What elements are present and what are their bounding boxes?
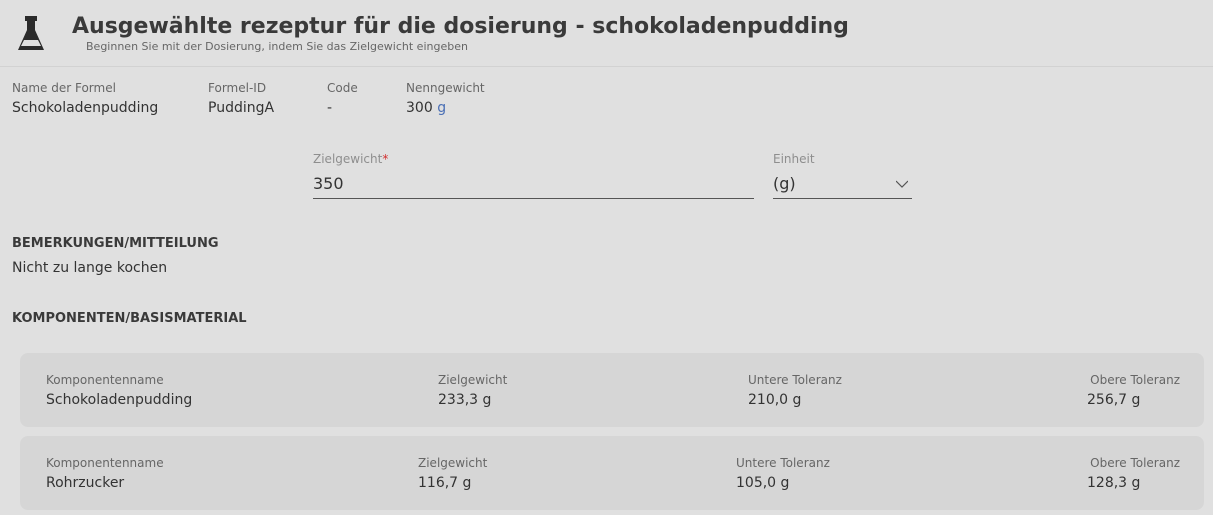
component-name-label: Komponentenname <box>46 373 164 387</box>
component-upper-label: Obere Toleranz <box>1090 373 1180 387</box>
target-weight-value: 350 <box>313 174 344 193</box>
nominal-weight-label: Nenngewicht <box>406 81 485 95</box>
unit-select[interactable]: (g) <box>773 170 912 199</box>
component-target-label: Zielgewicht <box>418 456 488 470</box>
page-subtitle: Beginnen Sie mit der Dosierung, indem Si… <box>86 40 468 53</box>
formula-id-label: Formel-ID <box>208 81 267 95</box>
required-mark: * <box>382 152 389 166</box>
code-label: Code <box>327 81 358 95</box>
formula-name-label: Name der Formel <box>12 81 116 95</box>
component-target: 116,7 g <box>418 475 472 491</box>
component-name: Rohrzucker <box>46 475 125 491</box>
component-name-label: Komponentenname <box>46 456 164 470</box>
remarks-heading: BEMERKUNGEN/MITTEILUNG <box>12 236 219 251</box>
component-upper: 256,7 g <box>1087 392 1141 408</box>
target-weight-label: Zielgewicht* <box>313 152 389 166</box>
component-upper: 128,3 g <box>1087 475 1141 491</box>
flask-icon <box>18 16 44 50</box>
component-lower-label: Untere Toleranz <box>736 456 830 470</box>
formula-id-value: PuddingA <box>208 100 275 116</box>
component-upper-label: Obere Toleranz <box>1090 456 1180 470</box>
component-card: Komponentenname Schokoladenpudding Zielg… <box>20 353 1204 427</box>
component-name: Schokoladenpudding <box>46 392 193 408</box>
unit-select-value: (g) <box>773 174 796 193</box>
component-target: 233,3 g <box>438 392 492 408</box>
component-target-label: Zielgewicht <box>438 373 508 387</box>
remarks-text: Nicht zu lange kochen <box>12 260 168 276</box>
page-header: Ausgewählte rezeptur für die dosierung -… <box>0 0 1213 67</box>
component-lower-label: Untere Toleranz <box>748 373 842 387</box>
chevron-down-icon[interactable] <box>896 178 908 190</box>
components-heading: KOMPONENTEN/BASISMATERIAL <box>12 311 247 326</box>
page-title: Ausgewählte rezeptur für die dosierung -… <box>72 14 849 39</box>
component-lower: 210,0 g <box>748 392 802 408</box>
unit-label: Einheit <box>773 152 815 166</box>
component-lower: 105,0 g <box>736 475 790 491</box>
nominal-weight-value: 300 <box>406 100 433 116</box>
nominal-weight: 300 g <box>406 100 446 116</box>
code-value: - <box>327 100 333 116</box>
nominal-weight-unit: g <box>437 100 447 116</box>
target-weight-input[interactable]: 350 <box>313 170 754 199</box>
formula-name-value: Schokoladenpudding <box>12 100 159 116</box>
component-card: Komponentenname Rohrzucker Zielgewicht 1… <box>20 436 1204 510</box>
